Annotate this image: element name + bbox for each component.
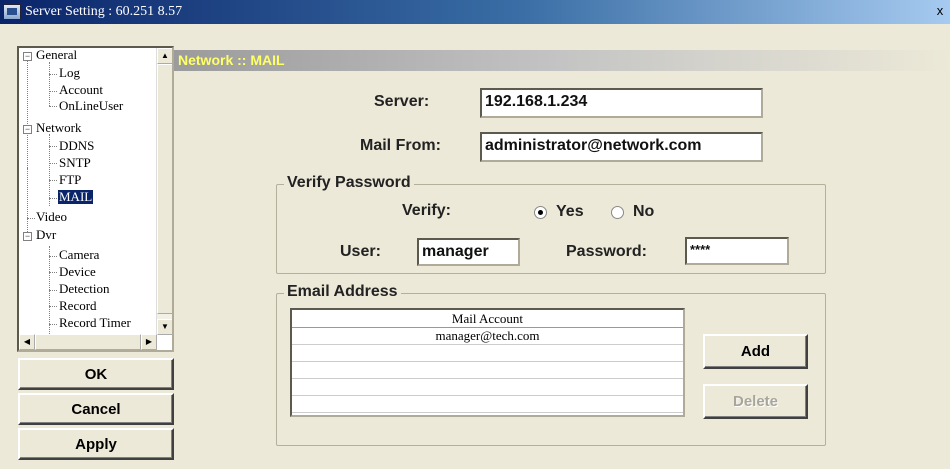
expand-general-icon[interactable]: − xyxy=(23,52,32,61)
password-input[interactable]: **** xyxy=(685,237,789,265)
tree-item-camera[interactable]: Camera xyxy=(59,248,99,262)
list-item[interactable]: manager@tech.com xyxy=(292,328,683,345)
user-input[interactable]: manager xyxy=(417,238,520,266)
tree-horizontal-scrollbar[interactable]: ◀ ▶ xyxy=(19,334,157,350)
verify-yes-label[interactable]: Yes xyxy=(556,203,584,221)
tree-item-video[interactable]: Video xyxy=(36,210,67,224)
list-item[interactable] xyxy=(292,345,683,362)
verify-label: Verify: xyxy=(402,202,451,219)
tree-item-mail[interactable]: MAIL xyxy=(58,190,94,204)
settings-tree[interactable]: − General Log Account OnLineUser − Netwo… xyxy=(17,46,174,352)
tree-item-record[interactable]: Record xyxy=(59,299,97,313)
delete-button[interactable]: Delete xyxy=(703,384,808,419)
close-button[interactable]: x xyxy=(932,3,948,19)
tree-item-ftp[interactable]: FTP xyxy=(59,173,81,187)
list-item[interactable] xyxy=(292,362,683,379)
window-title: Server Setting : 60.251 8.57 xyxy=(25,4,183,19)
mail-from-input[interactable]: administrator@network.com xyxy=(480,132,763,162)
verify-no-radio[interactable] xyxy=(611,206,624,219)
section-header: Network :: MAIL xyxy=(174,50,950,71)
tree-item-ddns[interactable]: DDNS xyxy=(59,139,94,153)
email-address-title: Email Address xyxy=(284,283,401,301)
tree-item-sntp[interactable]: SNTP xyxy=(59,156,91,170)
apply-button[interactable]: Apply xyxy=(18,428,174,460)
ok-button[interactable]: OK xyxy=(18,358,174,390)
tree-item-record-timer[interactable]: Record Timer xyxy=(59,316,131,330)
verify-password-title: Verify Password xyxy=(284,174,414,192)
verify-yes-radio[interactable] xyxy=(534,206,547,219)
server-label: Server: xyxy=(374,93,430,110)
list-item[interactable] xyxy=(292,396,683,413)
tree-item-general[interactable]: General xyxy=(36,48,77,62)
tree-content: − General Log Account OnLineUser − Netwo… xyxy=(19,48,157,335)
scroll-right-icon[interactable]: ▶ xyxy=(141,334,157,350)
expand-dvr-icon[interactable]: − xyxy=(23,232,32,241)
list-item[interactable] xyxy=(292,379,683,396)
tree-item-network[interactable]: Network xyxy=(36,121,82,135)
app-icon xyxy=(3,4,21,20)
scroll-down-icon[interactable]: ▼ xyxy=(157,319,172,335)
mail-account-column-header[interactable]: Mail Account xyxy=(292,310,683,328)
mail-account-list[interactable]: Mail Account manager@tech.com xyxy=(290,308,685,417)
tree-vertical-scrollbar[interactable]: ▲ ▼ xyxy=(156,48,172,335)
scroll-thumb[interactable] xyxy=(157,64,172,314)
expand-network-icon[interactable]: − xyxy=(23,125,32,134)
horizontal-scroll-thumb[interactable] xyxy=(35,334,141,350)
tree-item-device[interactable]: Device xyxy=(59,265,96,279)
user-label: User: xyxy=(340,243,381,260)
tree-item-detection[interactable]: Detection xyxy=(59,282,110,296)
add-button[interactable]: Add xyxy=(703,334,808,369)
password-label: Password: xyxy=(566,243,647,260)
server-input[interactable]: 192.168.1.234 xyxy=(480,88,763,118)
scroll-up-icon[interactable]: ▲ xyxy=(157,48,172,64)
mail-from-label: Mail From: xyxy=(360,137,441,154)
tree-item-dvr[interactable]: Dvr xyxy=(36,228,56,242)
scroll-left-icon[interactable]: ◀ xyxy=(19,334,35,350)
cancel-button[interactable]: Cancel xyxy=(18,393,174,425)
title-bar: Server Setting : 60.251 8.57 x xyxy=(0,0,950,24)
tree-item-log[interactable]: Log xyxy=(59,66,80,80)
tree-item-online-user[interactable]: OnLineUser xyxy=(59,99,123,113)
tree-item-account[interactable]: Account xyxy=(59,83,103,97)
verify-no-label[interactable]: No xyxy=(633,203,654,221)
section-title: Network :: MAIL xyxy=(178,52,285,68)
